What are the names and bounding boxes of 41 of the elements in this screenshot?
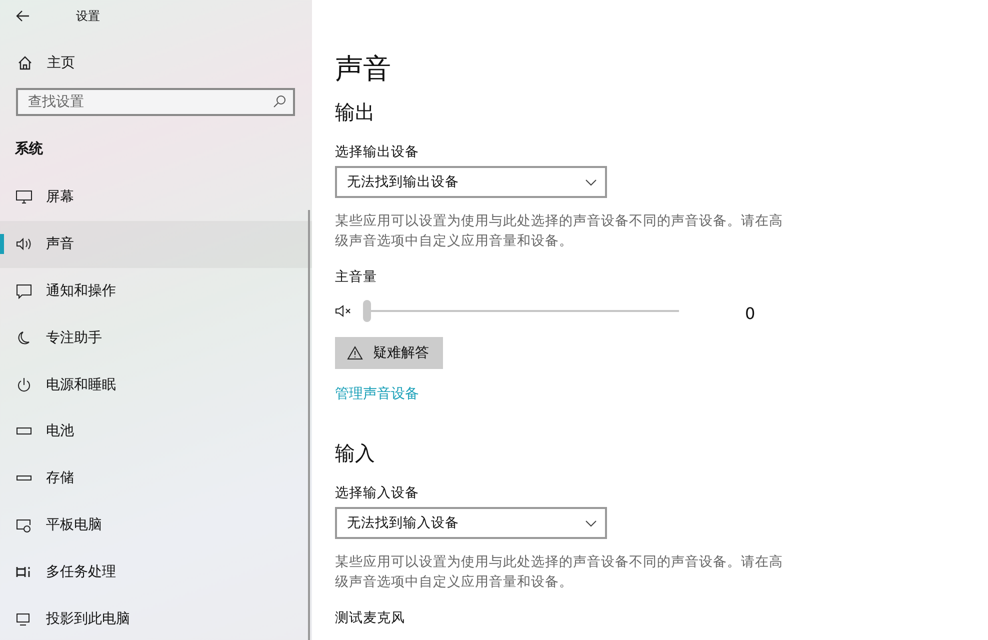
sidebar-item[interactable]: 屏幕	[0, 174, 312, 221]
field-label: 测试麦克风	[335, 609, 406, 627]
monitor-icon	[15, 189, 33, 206]
warning-icon	[347, 346, 363, 360]
help-text: 某些应用可以设置为使用与此处选择的声音设备不同的声音设备。请在高级声音选项中自定义应用音量和设备。	[335, 212, 784, 251]
search-icon	[273, 95, 286, 108]
output-device-dropdown[interactable]: 无法找到输出设备	[335, 166, 607, 198]
sidebar-item[interactable]: 投影到此电脑	[0, 595, 312, 640]
help-text: 某些应用可以设置为使用与此处选择的声音设备不同的声音设备。请在高级声音选项中自定义应用音量和设备。	[335, 553, 784, 592]
chevron-down-icon	[585, 520, 597, 526]
sidebar-item[interactable]: 存储	[0, 454, 312, 502]
sidebar-item[interactable]: 电池	[0, 408, 312, 455]
section-heading: 系统	[14, 140, 44, 158]
speaker-icon	[15, 236, 33, 252]
speech-bubble-icon	[15, 282, 33, 299]
field-label: 选择输入设备	[335, 484, 420, 502]
sidebar-item[interactable]: 声音	[0, 220, 312, 268]
sidebar-item[interactable]: 电源和睡眠	[0, 361, 312, 408]
sidebar-item[interactable]: 多任务处理	[0, 548, 312, 596]
selection-indicator	[0, 234, 4, 254]
field-label: 主音量	[335, 268, 378, 286]
input-device-dropdown[interactable]: 无法找到输入设备	[335, 507, 607, 539]
sidebar-item[interactable]: 通知和操作	[0, 268, 312, 314]
slider-thumb[interactable]	[363, 300, 371, 322]
volume-slider[interactable]	[363, 300, 679, 322]
page-title: 声音	[335, 51, 392, 87]
sidebar-item[interactable]: 专注助手	[0, 314, 312, 362]
window-title: 设置	[76, 8, 100, 24]
search-field[interactable]: 查找设置	[16, 88, 295, 116]
section-heading: 输出	[335, 99, 376, 126]
field-label: 选择输出设备	[335, 143, 420, 161]
tablet-icon	[15, 516, 33, 533]
home-icon	[17, 55, 33, 71]
volume-value: 0	[745, 304, 756, 323]
section-heading: 输入	[335, 440, 376, 467]
troubleshoot-button[interactable]: 疑难解答	[335, 337, 443, 369]
home-link[interactable]: 主页	[47, 54, 75, 72]
sidebar-item[interactable]: 平板电脑	[0, 502, 312, 548]
chevron-down-icon	[585, 178, 597, 186]
back-arrow-icon[interactable]	[16, 10, 30, 22]
power-icon	[15, 376, 33, 393]
